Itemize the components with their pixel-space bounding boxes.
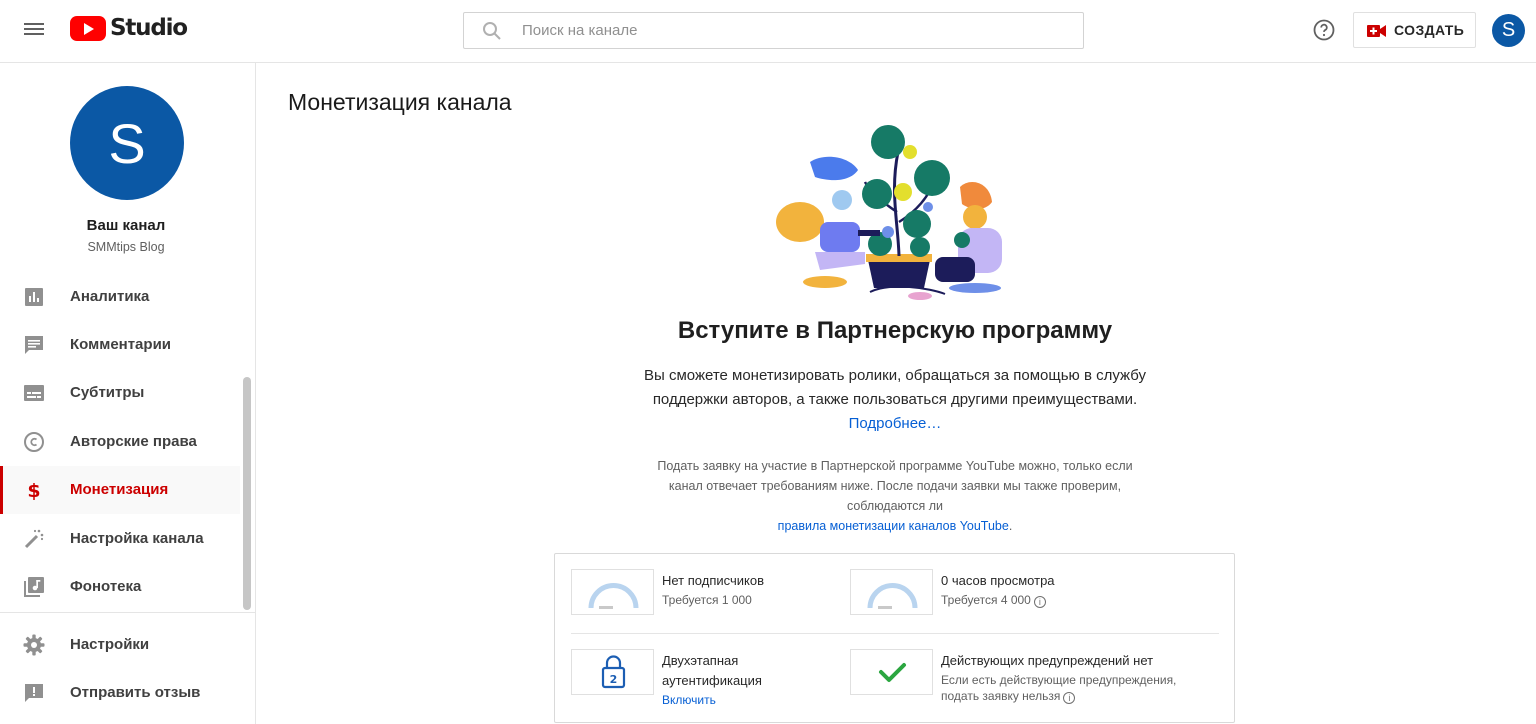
- svg-text:2: 2: [610, 673, 618, 686]
- channel-name: SMMtips Blog: [87, 240, 165, 254]
- subscribers-title: Нет подписчиков: [662, 573, 764, 588]
- sidebar-item-comments[interactable]: Комментарии: [0, 321, 240, 369]
- sidebar-item-copyright[interactable]: Авторские права: [0, 418, 240, 466]
- description-text: Вы сможете монетизировать ролики, обраща…: [644, 367, 1146, 408]
- subscribers-subtitle: Требуется 1 000: [662, 593, 752, 607]
- sidebar-item-customization[interactable]: Настройка канала: [0, 515, 240, 563]
- watch-hours-title: 0 часов просмотра: [941, 573, 1055, 588]
- channel-search[interactable]: [463, 12, 1084, 49]
- comments-icon: [22, 333, 46, 357]
- music-library-icon: [22, 575, 46, 599]
- create-button-label: СОЗДАТЬ: [1394, 22, 1465, 38]
- subscribers-gauge: [571, 569, 654, 615]
- top-app-bar: Studio СОЗДАТЬ S: [0, 0, 1536, 63]
- sidebar-item-monetization[interactable]: $ Монетизация: [0, 466, 240, 514]
- youtube-play-icon: [70, 15, 106, 41]
- sidebar-item-label: Настройка канала: [70, 530, 204, 547]
- video-camera-icon: [1367, 24, 1386, 37]
- sidebar-item-label: Фонотека: [70, 578, 142, 595]
- sidebar-item-label: Монетизация: [70, 481, 169, 498]
- channel-title: Ваш канал: [86, 217, 166, 234]
- requirements-divider: [571, 633, 1219, 634]
- watch-hours-gauge: [850, 569, 933, 615]
- help-icon[interactable]: [1312, 18, 1336, 42]
- feedback-icon: [22, 681, 46, 705]
- create-button[interactable]: СОЗДАТЬ: [1353, 12, 1476, 48]
- sidebar-item-label: Комментарии: [70, 336, 172, 353]
- learn-more-link[interactable]: Подробнее…: [849, 415, 942, 432]
- sidebar-item-label: Субтитры: [70, 384, 145, 401]
- two-step-title-line2: аутентификация: [662, 673, 762, 688]
- sidebar-item-audio-library[interactable]: Фонотека: [0, 563, 240, 611]
- strikes-subtitle-line1: Если есть действующие предупреждения,: [941, 673, 1177, 687]
- menu-icon[interactable]: [22, 20, 46, 40]
- channel-avatar[interactable]: S: [70, 86, 184, 200]
- sidebar-item-settings[interactable]: Настройки: [0, 621, 240, 669]
- search-input[interactable]: [522, 22, 1042, 39]
- partner-program-description: Вы сможете монетизировать ролики, обраща…: [640, 364, 1150, 436]
- search-icon: [476, 13, 516, 49]
- lock-badge: 2: [571, 649, 654, 695]
- two-step-title-line1: Двухэтапная: [662, 653, 739, 668]
- gear-icon: [22, 633, 46, 657]
- check-badge: [850, 649, 933, 695]
- page-title: Монетизация канала: [288, 89, 512, 115]
- analytics-icon: [22, 285, 46, 309]
- account-avatar[interactable]: S: [1492, 14, 1525, 47]
- sidebar: S Ваш канал SMMtips Blog Аналитика Комме…: [0, 63, 256, 724]
- eligibility-note-text: Подать заявку на участие в Партнерской п…: [657, 459, 1133, 513]
- sidebar-scrollbar[interactable]: [243, 377, 251, 610]
- youtube-studio-logo[interactable]: Studio: [70, 15, 188, 41]
- strikes-subtitle-line2: подать заявку нельзя: [941, 689, 1061, 703]
- eligibility-note-end: .: [1008, 519, 1013, 533]
- partner-program-illustration: [770, 122, 1020, 302]
- info-icon[interactable]: i: [1033, 596, 1046, 608]
- sidebar-item-label: Аналитика: [70, 288, 150, 305]
- sidebar-item-label: Отправить отзыв: [70, 684, 201, 701]
- dollar-icon: $: [22, 478, 46, 502]
- strikes-subtitle-row: подать заявку нельзя i: [941, 689, 1076, 704]
- enable-two-step-link[interactable]: Включить: [662, 693, 716, 707]
- svg-text:$: $: [27, 480, 40, 502]
- sidebar-item-label: Авторские права: [70, 433, 197, 450]
- info-icon[interactable]: i: [1063, 692, 1076, 704]
- sidebar-divider: [0, 612, 256, 613]
- eligibility-note: Подать заявку на участие в Партнерской п…: [640, 456, 1150, 536]
- strikes-title: Действующих предупреждений нет: [941, 653, 1154, 668]
- partner-program-headline: Вступите в Партнерскую программу: [677, 317, 1113, 344]
- requirements-card: Нет подписчиков Требуется 1 000 0 часов …: [554, 553, 1235, 723]
- watch-hours-subtitle-row: Требуется 4 000 i: [941, 593, 1046, 608]
- subtitles-icon: [22, 381, 46, 405]
- monetization-policies-link[interactable]: правила монетизации каналов YouTube: [778, 519, 1009, 533]
- magic-wand-icon: [22, 527, 46, 551]
- copyright-icon: [22, 430, 46, 454]
- sidebar-item-analytics[interactable]: Аналитика: [0, 273, 240, 321]
- sidebar-item-feedback[interactable]: Отправить отзыв: [0, 669, 240, 717]
- watch-hours-subtitle: Требуется 4 000: [941, 593, 1031, 607]
- logo-text: Studio: [110, 15, 188, 41]
- sidebar-item-label: Настройки: [70, 636, 150, 653]
- sidebar-item-subtitles[interactable]: Субтитры: [0, 369, 240, 417]
